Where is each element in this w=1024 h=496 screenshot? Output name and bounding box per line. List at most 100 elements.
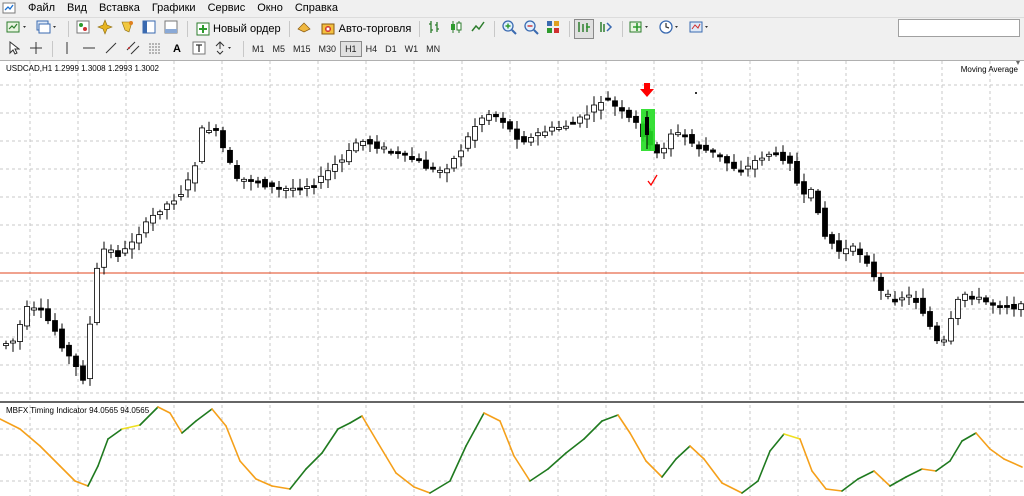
timeframe-m15[interactable]: M15 <box>289 41 315 57</box>
bear-candle <box>255 180 261 184</box>
oscillator-segment <box>361 415 379 444</box>
fibonacci-icon <box>148 41 162 58</box>
candlestick-button[interactable] <box>446 19 466 39</box>
chart-window[interactable]: USDCAD,H1 1.2999 1.3008 1.2993 1.3002 Mo… <box>0 60 1024 496</box>
timeframe-m5[interactable]: M5 <box>269 41 290 57</box>
fibonacci-button[interactable] <box>145 41 165 57</box>
line-chart-button[interactable] <box>468 19 488 39</box>
chart-shift-button[interactable] <box>596 19 616 39</box>
oscillator-segment <box>195 408 213 422</box>
bear-candle <box>493 113 499 118</box>
timeframe-h1[interactable]: H1 <box>340 41 362 57</box>
timeframe-h4[interactable]: H4 <box>362 41 382 57</box>
oscillator-segment <box>811 470 827 490</box>
chart-shift-icon <box>598 19 614 38</box>
navigator-button[interactable] <box>95 19 115 39</box>
zoom-in-icon <box>501 19 518 38</box>
bull-candle <box>332 164 338 172</box>
menu-help[interactable]: Справка <box>289 0 344 16</box>
new-chart-button[interactable] <box>4 19 32 39</box>
menu-charts[interactable]: Графики <box>146 0 202 16</box>
oscillator-segment <box>949 440 963 462</box>
bear-candle <box>409 156 415 160</box>
zoom-out-button[interactable] <box>521 19 541 39</box>
search-input[interactable] <box>898 19 1020 37</box>
indicators-button[interactable] <box>627 19 655 39</box>
strategy-tester-button[interactable] <box>161 19 181 39</box>
bear-candle <box>388 150 394 154</box>
oscillator-segment <box>87 465 99 487</box>
price-chart-canvas[interactable] <box>0 61 1024 496</box>
tile-windows-button[interactable] <box>543 19 563 39</box>
app-menu-icon[interactable] <box>2 2 16 14</box>
data-window-button[interactable] <box>117 19 137 39</box>
menu-window[interactable]: Окно <box>251 0 289 16</box>
bear-candle <box>997 305 1003 309</box>
oscillator-segment <box>225 425 241 462</box>
timeframe-d1[interactable]: D1 <box>381 41 401 57</box>
timeframe-w1[interactable]: W1 <box>401 41 423 57</box>
data-window-icon <box>119 19 135 38</box>
bear-candle <box>395 151 401 155</box>
autoscroll-icon <box>576 19 592 38</box>
menu-view[interactable]: Вид <box>61 0 93 16</box>
toolbar-separator <box>187 20 188 37</box>
meta-editor-button[interactable] <box>294 19 314 39</box>
new-order-button[interactable]: Новый ордер <box>192 19 285 39</box>
standard-toolbar: Новый ордер Авто-торговля <box>0 17 1024 39</box>
templates-button[interactable] <box>687 19 715 39</box>
templates-icon <box>689 19 713 38</box>
periods-button[interactable] <box>657 19 685 39</box>
bull-candle <box>318 175 324 183</box>
bar-chart-button[interactable] <box>424 19 444 39</box>
timeframe-m30[interactable]: M30 <box>315 41 341 57</box>
bear-candle <box>80 365 86 381</box>
menu-bar: Файл Вид Вставка Графики Сервис Окно Спр… <box>0 0 1024 16</box>
menu-tools[interactable]: Сервис <box>202 0 252 16</box>
bull-candle <box>10 340 16 344</box>
oscillator-segment <box>721 482 743 494</box>
menu-insert[interactable]: Вставка <box>93 0 146 16</box>
subwindow-title: MBFX Timing Indicator 94.0565 94.0565 <box>6 406 150 415</box>
text-button[interactable]: A <box>167 41 187 57</box>
autoscroll-button[interactable] <box>574 18 595 39</box>
cursor-button[interactable] <box>4 40 24 57</box>
bull-candle <box>577 116 583 124</box>
bear-candle <box>66 344 72 357</box>
bear-candle <box>871 261 877 278</box>
profiles-button[interactable] <box>34 19 62 39</box>
arrows-button[interactable] <box>211 40 237 57</box>
oscillator-segment <box>857 470 875 480</box>
oscillator-segment <box>513 455 531 482</box>
vertical-line-button[interactable] <box>57 41 77 57</box>
indicators-icon <box>629 19 653 38</box>
market-watch-button[interactable] <box>73 19 93 39</box>
equidistant-channel-button[interactable] <box>123 41 143 57</box>
bear-candle <box>1011 303 1017 310</box>
zoom-in-button[interactable] <box>499 19 519 39</box>
autotrading-icon <box>320 22 336 36</box>
text-label-icon <box>192 41 206 58</box>
timeframe-m1[interactable]: M1 <box>248 41 269 57</box>
autotrading-button[interactable]: Авто-торговля <box>316 19 416 39</box>
horizontal-line-button[interactable] <box>79 41 99 57</box>
check-mark-icon <box>647 174 658 187</box>
oscillator-segment <box>583 420 603 440</box>
bull-candle <box>241 178 247 182</box>
bull-candle <box>542 131 548 136</box>
timeframe-mn[interactable]: MN <box>422 41 444 57</box>
bull-candle <box>962 293 968 301</box>
toolbar-separator <box>622 20 624 37</box>
menu-file[interactable]: Файл <box>22 0 61 16</box>
price-dot <box>695 92 697 94</box>
bear-candle <box>1004 305 1010 308</box>
oscillator-segment <box>769 433 785 452</box>
bull-candle <box>745 165 751 170</box>
bull-candle <box>24 306 30 327</box>
bear-candle <box>689 134 695 144</box>
trendline-button[interactable] <box>101 41 121 57</box>
bull-candle <box>479 117 485 125</box>
crosshair-tool-button[interactable] <box>26 41 46 57</box>
terminal-button[interactable] <box>139 19 159 39</box>
text-label-button[interactable] <box>189 41 209 57</box>
